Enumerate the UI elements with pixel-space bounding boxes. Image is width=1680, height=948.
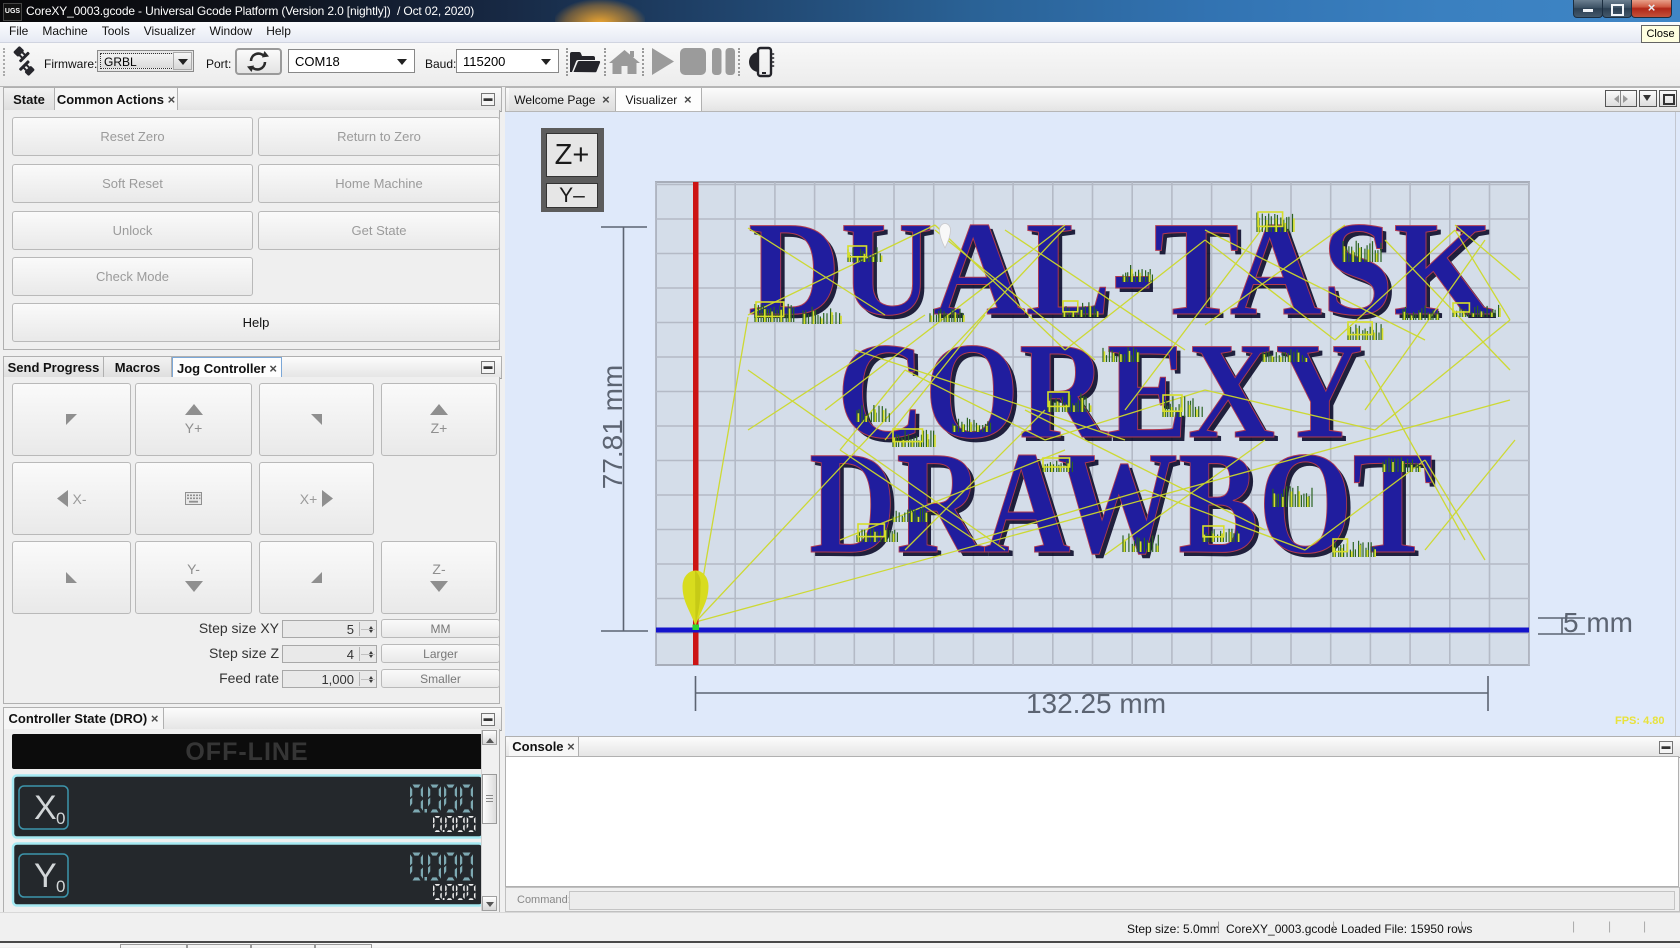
svg-text:Y: Y [34,857,57,895]
svg-text:132.25 mm: 132.25 mm [1026,688,1166,719]
svg-text:5 mm: 5 mm [1563,607,1633,638]
svg-text:OFF-LINE: OFF-LINE [185,738,308,766]
svg-text:0: 0 [56,877,65,896]
svg-text:X: X [34,789,57,827]
svg-text:0: 0 [56,809,65,828]
svg-text:77.81 mm: 77.81 mm [597,365,628,490]
